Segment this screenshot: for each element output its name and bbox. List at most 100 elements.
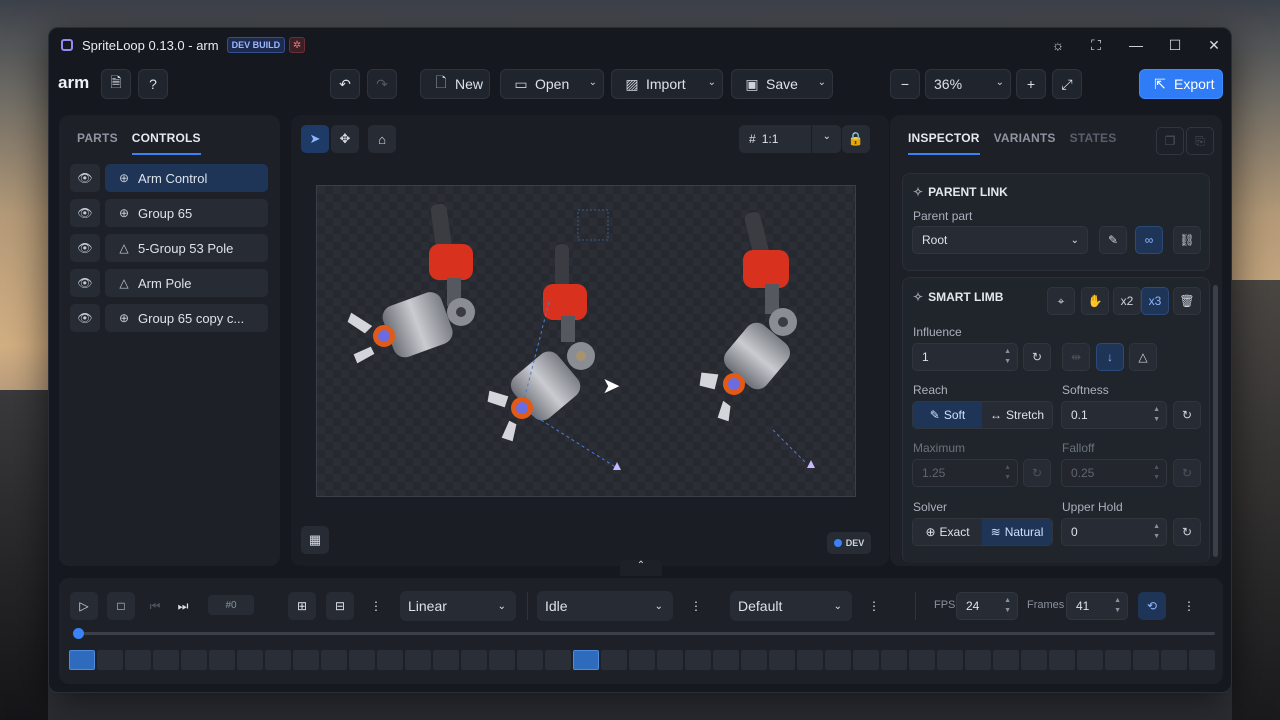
fps-input[interactable]: 24 ▲ ▼ <box>956 592 1018 620</box>
unlink-icon[interactable]: ⛓ <box>1173 226 1201 254</box>
copy-icon[interactable]: ❐ <box>1156 127 1184 155</box>
target-icon[interactable]: ⌖ <box>1047 287 1075 315</box>
zoom-out-button[interactable]: − <box>890 69 920 99</box>
chevron-down-icon[interactable]: ⌄ <box>818 77 826 88</box>
maximum-input[interactable]: 1.25 ▲ ▼ <box>912 459 1018 487</box>
skip-back-icon[interactable]: ⏮ <box>141 592 169 620</box>
paste-icon[interactable]: ⎘ <box>1186 127 1214 155</box>
stepper-icon[interactable]: ▲ ▼ <box>1153 522 1160 542</box>
animation-select[interactable]: Idle ⌄ <box>537 591 673 621</box>
frame-cell[interactable] <box>741 650 767 670</box>
frame-cell[interactable] <box>825 650 851 670</box>
frames-input[interactable]: 41 ▲ ▼ <box>1066 592 1128 620</box>
reset-softness-icon[interactable]: ↻ <box>1173 401 1201 429</box>
loop-icon[interactable]: ⟲ <box>1138 592 1166 620</box>
reset-influence-icon[interactable]: ↻ <box>1023 343 1051 371</box>
frame-cell[interactable] <box>685 650 711 670</box>
select-tool-icon[interactable]: ➤ <box>301 125 329 153</box>
more-options-icon[interactable]: ⋮ <box>362 592 390 620</box>
close-icon[interactable]: ✕ <box>1195 28 1231 62</box>
control-item-group-65-copy[interactable]: ⊕ Group 65 copy c... <box>105 304 268 332</box>
frame-cell[interactable] <box>1021 650 1047 670</box>
export-button[interactable]: ⇱ Export <box>1139 69 1223 99</box>
arrow-down-icon[interactable]: ↓ <box>1096 343 1124 371</box>
stepper-icon[interactable]: ▲ ▼ <box>1004 347 1011 367</box>
visibility-eye-icon[interactable]: 👁 <box>70 304 100 332</box>
visibility-eye-icon[interactable]: 👁 <box>70 164 100 192</box>
animation-options-icon[interactable]: ⋮ <box>682 592 710 620</box>
timeline-scrubber[interactable] <box>77 632 1215 635</box>
reset-falloff-icon[interactable]: ↻ <box>1173 459 1201 487</box>
lock-icon[interactable]: 🔒 <box>842 125 870 153</box>
frame-cell[interactable] <box>1133 650 1159 670</box>
tab-variants[interactable]: VARIANTS <box>994 131 1056 155</box>
frame-cell[interactable] <box>405 650 431 670</box>
triangle-pole-icon[interactable]: △ <box>1129 343 1157 371</box>
tab-states[interactable]: STATES <box>1070 131 1117 155</box>
move-tool-icon[interactable]: ✥ <box>331 125 359 153</box>
variant-options-icon[interactable]: ⋮ <box>860 592 888 620</box>
frame-cell[interactable] <box>349 650 375 670</box>
stop-icon[interactable]: □ <box>107 592 135 620</box>
frame-cell[interactable] <box>517 650 543 670</box>
parent-part-select[interactable]: Root ⌄ <box>912 226 1088 254</box>
add-keyframe-icon[interactable]: ⊞ <box>288 592 316 620</box>
control-item-arm-control[interactable]: ⊕ Arm Control <box>105 164 268 192</box>
save-button[interactable]: ▣ Save ⌄ <box>731 69 833 99</box>
stage-canvas[interactable] <box>316 185 856 497</box>
frame-cell[interactable] <box>937 650 963 670</box>
visibility-eye-icon[interactable]: 👁 <box>70 269 100 297</box>
reset-maximum-icon[interactable]: ↻ <box>1023 459 1051 487</box>
frame-cell[interactable] <box>69 650 95 670</box>
frame-cell[interactable] <box>601 650 627 670</box>
x3-button[interactable]: x3 <box>1141 287 1169 315</box>
frame-cell[interactable] <box>629 650 655 670</box>
frame-cell[interactable] <box>881 650 907 670</box>
frame-cell[interactable] <box>769 650 795 670</box>
reach-soft-button[interactable]: ✎ Soft <box>913 402 982 428</box>
frame-cell[interactable] <box>153 650 179 670</box>
frame-cell[interactable] <box>461 650 487 670</box>
chevron-down-icon[interactable]: ⌄ <box>589 77 597 88</box>
solver-natural-button[interactable]: ≋ Natural <box>982 519 1052 545</box>
frame-cell[interactable] <box>209 650 235 670</box>
fullscreen-icon[interactable]: ⛶ <box>1077 28 1115 62</box>
stepper-icon[interactable]: ▲ ▼ <box>1114 596 1121 616</box>
frame-cell[interactable] <box>265 650 291 670</box>
flip-horizontal-icon[interactable]: ⇹ <box>1062 343 1090 371</box>
tab-inspector[interactable]: INSPECTOR <box>908 131 980 155</box>
frame-cell[interactable] <box>321 650 347 670</box>
checkerboard-toggle-icon[interactable]: ▦ <box>301 526 329 554</box>
chevron-down-icon[interactable]: ⌄ <box>823 131 831 142</box>
stepper-icon[interactable]: ▲ ▼ <box>1004 596 1011 616</box>
reach-stretch-button[interactable]: ↔ Stretch <box>982 402 1052 428</box>
chevron-down-icon[interactable]: ⌄ <box>708 77 716 88</box>
eyedropper-icon[interactable]: ✎ <box>1099 226 1127 254</box>
playhead-handle[interactable] <box>73 628 84 639</box>
control-item-group-65[interactable]: ⊕ Group 65 <box>105 199 268 227</box>
import-button[interactable]: ▨ Import ⌄ <box>611 69 723 99</box>
frame-cell[interactable] <box>1161 650 1187 670</box>
frame-cell[interactable] <box>909 650 935 670</box>
frame-cell[interactable] <box>489 650 515 670</box>
frame-cell[interactable] <box>545 650 571 670</box>
stepper-icon[interactable]: ▲ ▼ <box>1153 405 1160 425</box>
tab-parts[interactable]: PARTS <box>77 131 118 155</box>
open-button[interactable]: ▭ Open ⌄ <box>500 69 604 99</box>
visibility-eye-icon[interactable]: 👁 <box>70 234 100 262</box>
bug-icon[interactable]: ✲ <box>289 37 306 53</box>
project-file-button[interactable]: 🗎 <box>101 69 131 99</box>
influence-input[interactable]: 1 ▲ ▼ <box>912 343 1018 371</box>
remove-keyframe-icon[interactable]: ⊟ <box>326 592 354 620</box>
visibility-eye-icon[interactable]: 👁 <box>70 199 100 227</box>
control-item-5-group-53-pole[interactable]: △ 5-Group 53 Pole <box>105 234 268 262</box>
falloff-input[interactable]: 0.25 ▲ ▼ <box>1061 459 1167 487</box>
zoom-in-button[interactable]: + <box>1016 69 1046 99</box>
frame-cell[interactable] <box>97 650 123 670</box>
x2-button[interactable]: x2 <box>1113 287 1141 315</box>
variant-select[interactable]: Default ⌄ <box>730 591 852 621</box>
frame-cell[interactable] <box>965 650 991 670</box>
frame-cell[interactable] <box>377 650 403 670</box>
undo-button[interactable]: ↶ <box>330 69 360 99</box>
control-item-arm-pole[interactable]: △ Arm Pole <box>105 269 268 297</box>
